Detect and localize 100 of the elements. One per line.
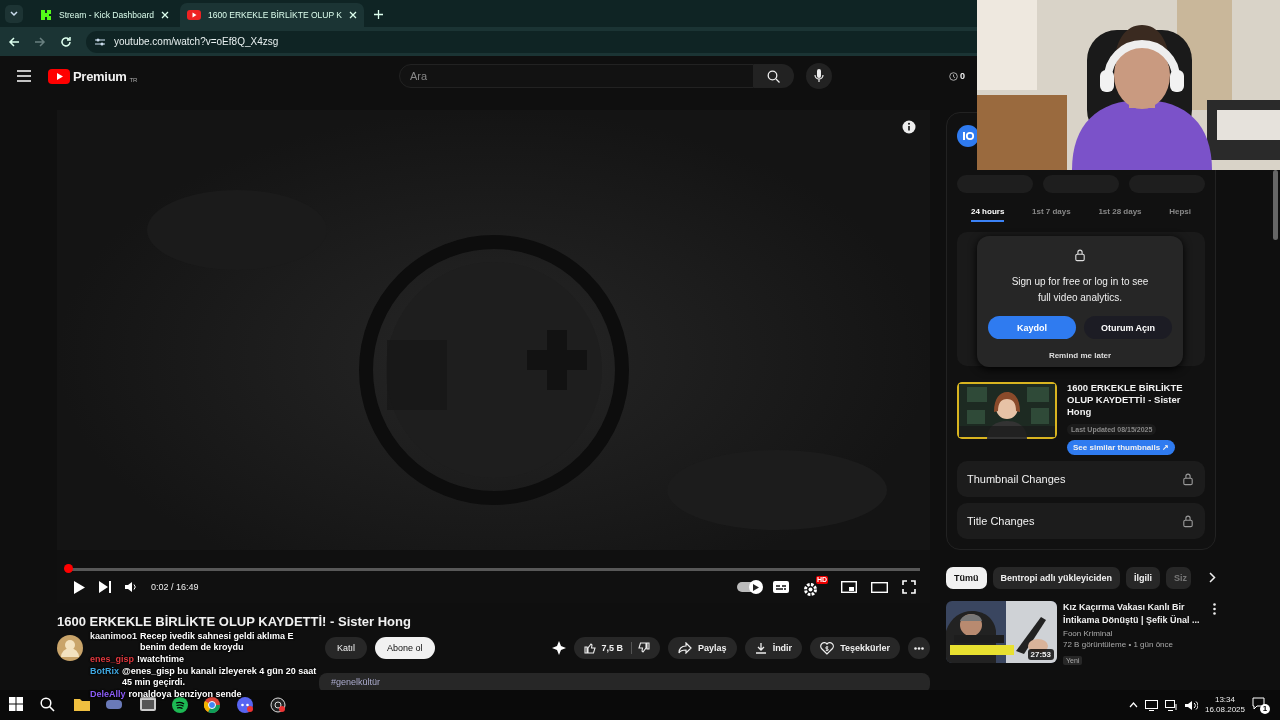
close-icon[interactable] bbox=[349, 11, 357, 19]
download-button[interactable]: İndir bbox=[744, 637, 803, 659]
windows-logo-icon[interactable] bbox=[9, 697, 23, 711]
chat-username: kaanimoo1 bbox=[90, 631, 138, 643]
reload-icon[interactable] bbox=[60, 35, 72, 48]
back-arrow-icon[interactable] bbox=[8, 35, 20, 48]
info-icon[interactable] bbox=[902, 120, 916, 134]
miniplayer-icon[interactable] bbox=[841, 581, 857, 593]
youtube-logo-icon bbox=[186, 10, 201, 20]
video-meta: 72 B görüntüleme • 1 gün önce bbox=[1063, 640, 1174, 649]
share-button[interactable]: Paylaş bbox=[668, 637, 737, 659]
lock-icon bbox=[1181, 514, 1195, 528]
settings-icon bbox=[803, 582, 818, 597]
locked-section[interactable]: Thumbnail Changes bbox=[957, 461, 1205, 497]
chat-username: enes_gisp bbox=[90, 654, 135, 665]
logo-text: Premium bbox=[73, 68, 127, 84]
new-tab-icon[interactable] bbox=[374, 10, 383, 19]
search-icon[interactable] bbox=[40, 697, 55, 712]
site-settings-icon bbox=[94, 36, 106, 47]
channel-avatar[interactable] bbox=[57, 635, 83, 661]
chat-app-icon[interactable] bbox=[237, 697, 253, 713]
clock-icon bbox=[948, 71, 958, 81]
duration-label: 27:53 bbox=[1027, 649, 1054, 660]
remind-later-link[interactable]: Remind me later bbox=[1048, 351, 1112, 360]
range-tab[interactable]: 1st 7 days bbox=[1032, 207, 1071, 222]
join-button[interactable]: Katıl bbox=[325, 637, 367, 659]
search-icon bbox=[767, 69, 781, 83]
play-icon[interactable] bbox=[73, 580, 85, 594]
more-icon bbox=[914, 646, 924, 650]
browser-tab[interactable]: Stream - Kick Dashboard bbox=[33, 3, 176, 27]
folder-icon[interactable] bbox=[74, 697, 90, 711]
window-icon[interactable] bbox=[140, 697, 156, 711]
range-tab[interactable]: Hepsi bbox=[1169, 207, 1191, 222]
lock-icon bbox=[1073, 248, 1087, 262]
chat-message: Recep ivedik sahnesi geldi aklıma E benim dedem de kroydu bbox=[140, 631, 295, 653]
counter-text: 0 bbox=[959, 71, 965, 81]
url-text: youtube.com/watch?v=oEf8Q_X4zsg bbox=[114, 36, 279, 47]
thanks-button[interactable]: Teşekkürler bbox=[810, 637, 900, 659]
network-icon[interactable] bbox=[1164, 699, 1178, 711]
tab-list-button[interactable] bbox=[5, 5, 23, 23]
filter-chip[interactable]: Tümü bbox=[946, 567, 987, 589]
channel-name: Foon Kriminal bbox=[1063, 629, 1114, 638]
lock-icon bbox=[1181, 472, 1195, 486]
search-button[interactable] bbox=[753, 64, 794, 88]
locked-section[interactable]: Title Changes bbox=[957, 503, 1205, 539]
chevron-up-icon[interactable] bbox=[1128, 702, 1138, 708]
filter-chip[interactable]: İlgili bbox=[1126, 567, 1161, 589]
play-icon bbox=[753, 583, 759, 591]
voice-search-button[interactable] bbox=[805, 63, 832, 89]
more-vertical-icon[interactable] bbox=[1213, 603, 1216, 615]
browser-tab[interactable]: 1600 ERKEKLE BİRLİKTE OLUP K bbox=[179, 3, 364, 27]
theater-mode-icon[interactable] bbox=[871, 581, 888, 593]
sparkle-icon[interactable] bbox=[551, 641, 566, 655]
description-box[interactable]: #genelkültür bbox=[319, 673, 930, 690]
chat-username: BotRix bbox=[90, 666, 119, 678]
similar-thumbnails-button[interactable]: See similar thumbnails ↗ bbox=[1067, 440, 1176, 455]
video-title: 1600 ERKEKLE BİRLİKTE OLUP KAYDETTİ! - Sister Hong bbox=[57, 614, 412, 629]
video-title[interactable]: Kız Kaçırma Vakası Kanlı Bir İntikama Dönüştü | Şefik Ünal ... bbox=[1063, 601, 1203, 627]
browser-icon[interactable] bbox=[204, 697, 220, 713]
close-icon[interactable] bbox=[160, 11, 169, 19]
volume-icon[interactable] bbox=[1184, 699, 1198, 711]
scrollbar[interactable] bbox=[1273, 170, 1278, 240]
time-display: 0:02 / 16:49 bbox=[151, 582, 199, 592]
chevron-down-icon bbox=[10, 11, 18, 17]
chevron-right-icon[interactable] bbox=[1209, 572, 1216, 583]
download-icon bbox=[754, 642, 767, 654]
kick-logo-icon bbox=[40, 9, 52, 21]
heart-dollar-icon bbox=[820, 641, 835, 655]
subtitles-icon[interactable] bbox=[773, 581, 789, 593]
menu-icon[interactable] bbox=[17, 70, 31, 82]
subscribe-button[interactable]: Abone ol bbox=[375, 637, 435, 659]
more-button[interactable] bbox=[908, 637, 930, 659]
share-arrow-icon bbox=[678, 642, 693, 654]
chat-username: DeleAlly bbox=[90, 689, 126, 700]
chat-message: @enes_gisp bu kanalı izleyerek 4 gün 20 saat 45 min geçirdi. bbox=[122, 666, 318, 688]
address-bar[interactable]: youtube.com/watch?v=oEf8Q_X4zsg bbox=[86, 30, 977, 53]
forward-arrow-icon[interactable] bbox=[34, 35, 46, 48]
search-field[interactable]: Ara bbox=[398, 64, 754, 88]
volume-icon[interactable] bbox=[125, 581, 137, 593]
music-app-icon[interactable] bbox=[172, 697, 188, 713]
notifications-button[interactable]: 1 bbox=[1252, 696, 1270, 714]
clock[interactable]: 13:34 16.08.2025 bbox=[1204, 695, 1245, 715]
notification-icon bbox=[1252, 696, 1265, 710]
like-dislike-control[interactable]: 7,5 B bbox=[573, 637, 661, 659]
video-title: 1600 ERKEKLE BİRLİKTE OLUP KAYDETTİ! - Sister Hong bbox=[1067, 382, 1184, 418]
next-icon[interactable] bbox=[99, 581, 111, 593]
device-icon[interactable] bbox=[1144, 699, 1158, 711]
fullscreen-icon[interactable] bbox=[902, 580, 916, 594]
range-tab[interactable]: 1st 28 days bbox=[1098, 207, 1142, 222]
thumbs-down-icon bbox=[638, 642, 651, 654]
microphone-icon bbox=[813, 69, 824, 83]
hashtag-link[interactable]: #genelkültür bbox=[331, 677, 381, 687]
prompt-text: Sign up for free or log in to see full video analytics. bbox=[1010, 275, 1150, 305]
chat-message: ronaldoya benziyon sende bbox=[128, 689, 243, 700]
thumbs-up-icon bbox=[583, 642, 596, 654]
log-in-button[interactable]: Oturum Açın bbox=[1084, 316, 1172, 339]
sign-up-button[interactable]: Kaydol bbox=[988, 316, 1076, 339]
filter-chip[interactable]: Bentropi adlı yükleyiciden bbox=[992, 567, 1121, 589]
recording-app-icon[interactable] bbox=[270, 697, 286, 713]
range-tab[interactable]: 24 hours bbox=[971, 207, 1005, 222]
